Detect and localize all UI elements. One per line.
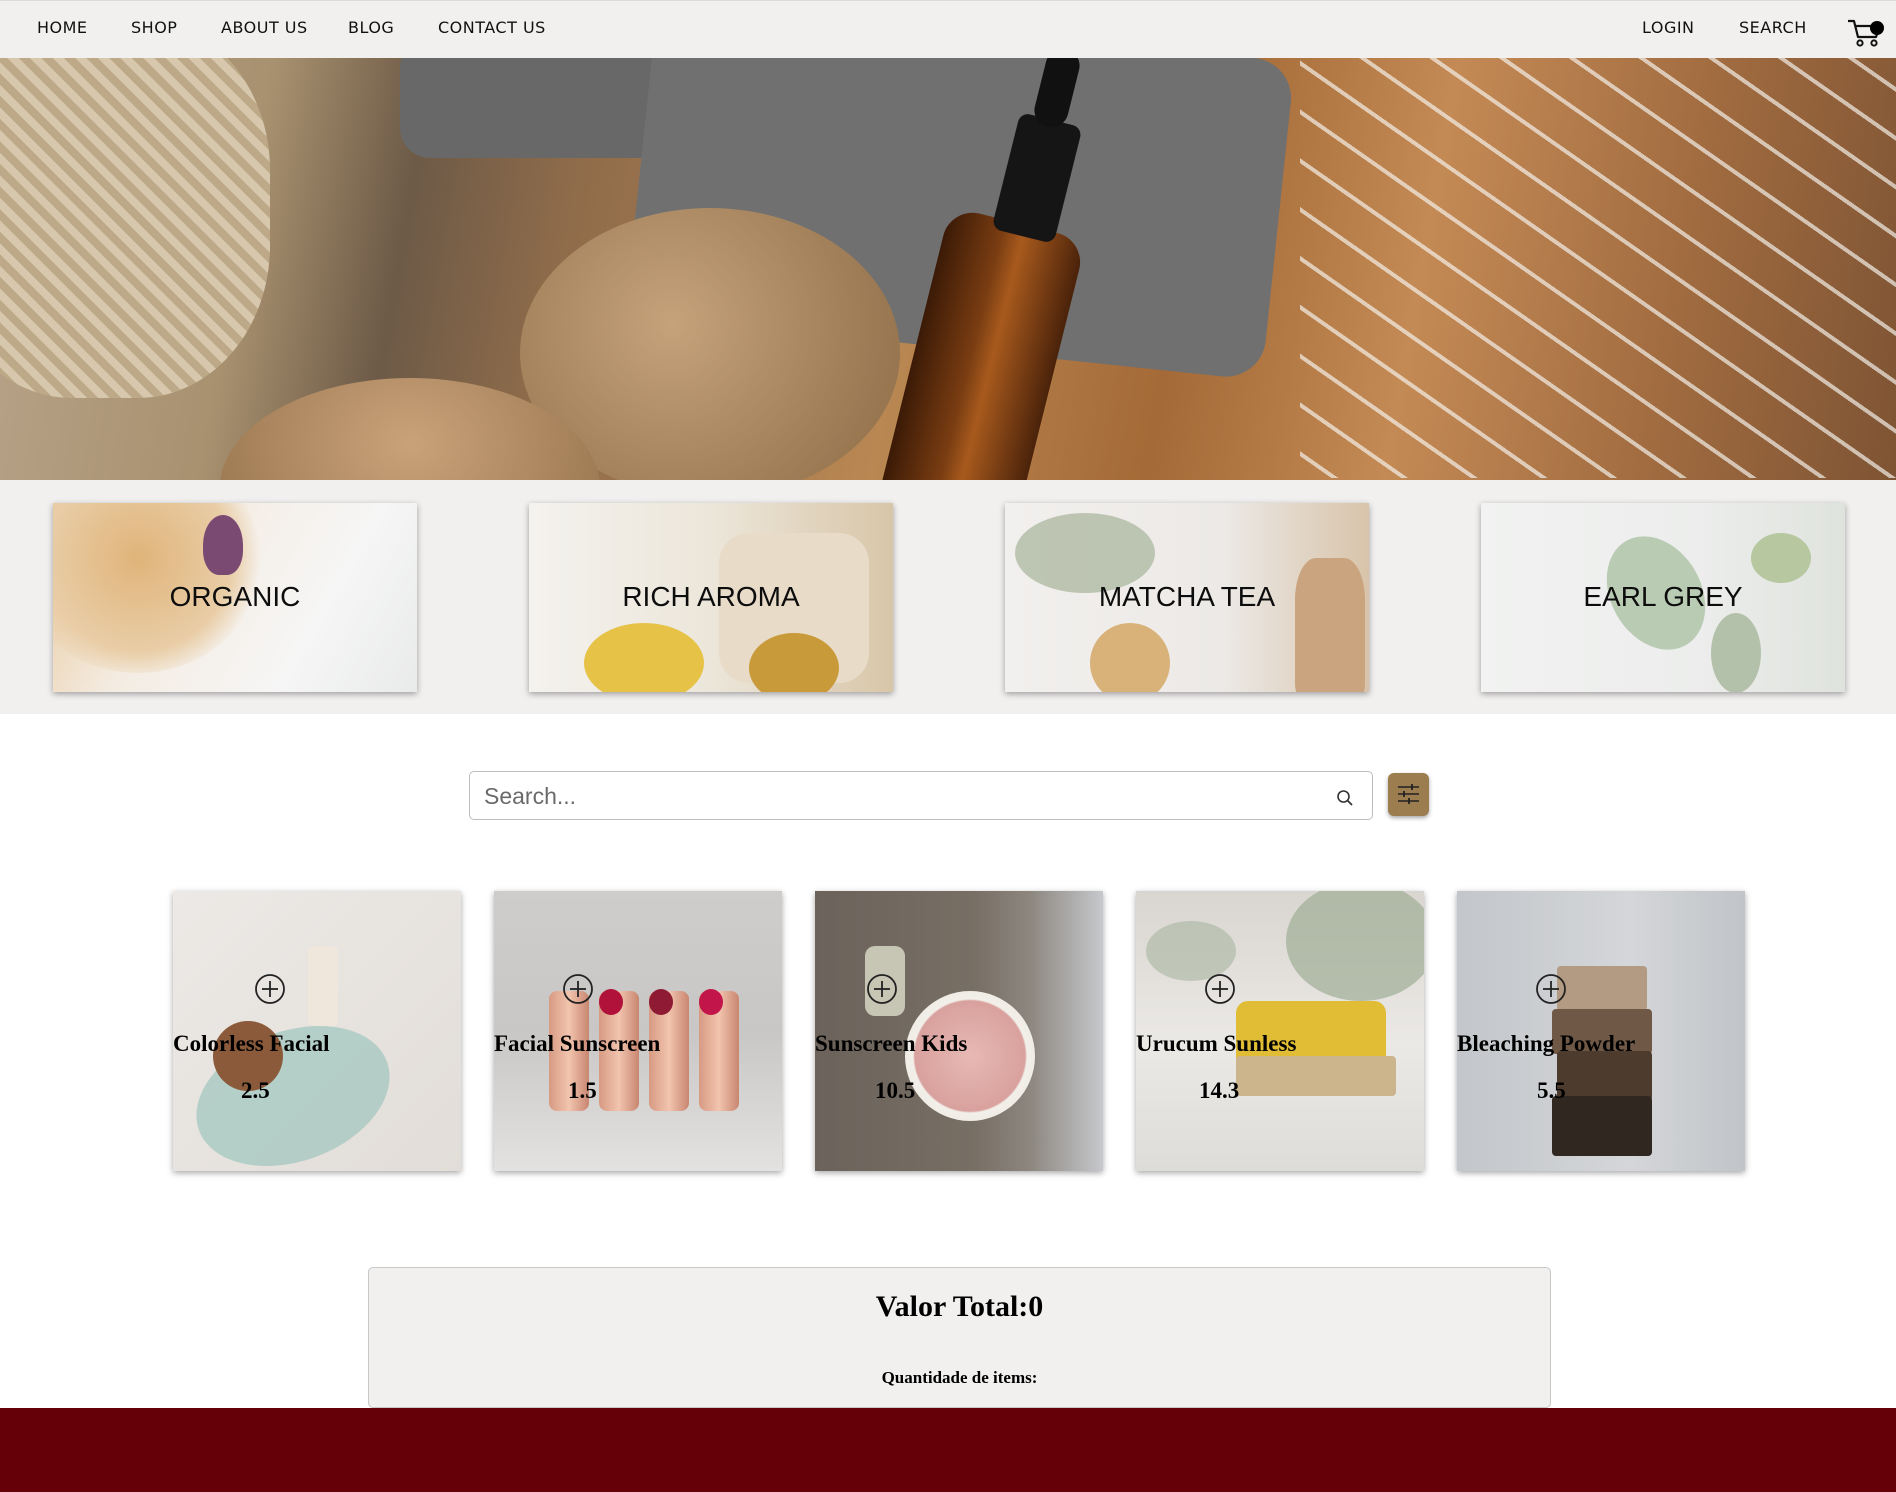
filter-button[interactable] (1388, 773, 1429, 816)
product-price: 14.3 (1199, 1078, 1240, 1103)
item-quantity: Quantidade de items: (881, 1368, 1038, 1387)
product-card-sunscreen-kids[interactable]: Sunscreen Kids 10.5 (815, 891, 1103, 1171)
category-label: EARL GREY (1583, 581, 1743, 612)
product-name: Urucum Sunless (1136, 1031, 1297, 1056)
add-to-cart-icon[interactable] (1535, 973, 1567, 1005)
category-strip: ORGANIC RICH AROMA MATCHA TEA EARL GREY (0, 480, 1896, 714)
nav-contact-link[interactable]: CONTACT US (438, 18, 546, 37)
product-price: 10.5 (875, 1078, 916, 1103)
cart-icon[interactable] (1846, 17, 1886, 49)
hero-banner-image (0, 58, 1896, 480)
nav-login-link[interactable]: LOGIN (1642, 18, 1695, 37)
add-to-cart-icon[interactable] (1204, 973, 1236, 1005)
total-value: Valor Total:0 (875, 1290, 1044, 1323)
nav-home-link[interactable]: HOME (37, 18, 88, 37)
product-card-facial-sunscreen[interactable]: Facial Sunscreen 1.5 (494, 891, 782, 1171)
cart-summary-panel: Valor Total:0 Quantidade de items: (368, 1267, 1551, 1408)
product-name: Facial Sunscreen (494, 1031, 661, 1056)
product-price: 1.5 (568, 1078, 597, 1103)
product-card-urucum-sunless[interactable]: Urucum Sunless 14.3 (1136, 891, 1424, 1171)
category-label: ORGANIC (169, 581, 301, 612)
product-name: Bleaching Powder (1457, 1031, 1636, 1056)
category-card-rich-aroma[interactable]: RICH AROMA (529, 503, 893, 692)
product-name: Sunscreen Kids (815, 1031, 968, 1056)
top-navigation: HOME SHOP ABOUT US BLOG CONTACT US LOGIN… (0, 0, 1896, 58)
nav-search-link[interactable]: SEARCH (1739, 18, 1807, 37)
product-search-box (469, 771, 1373, 820)
add-to-cart-icon[interactable] (562, 973, 594, 1005)
nav-blog-link[interactable]: BLOG (348, 18, 394, 37)
product-card-colorless-facial[interactable]: Colorless Facial 2.5 (173, 891, 461, 1171)
product-name: Colorless Facial (173, 1031, 330, 1056)
search-input[interactable] (484, 780, 1304, 812)
category-card-earl-grey[interactable]: EARL GREY (1481, 503, 1845, 692)
footer-bar (0, 1408, 1896, 1492)
add-to-cart-icon[interactable] (866, 973, 898, 1005)
product-card-bleaching-powder[interactable]: Bleaching Powder 5.5 (1457, 891, 1745, 1171)
category-card-matcha-tea[interactable]: MATCHA TEA (1005, 503, 1369, 692)
category-label: MATCHA TEA (1098, 581, 1276, 612)
product-price: 2.5 (241, 1078, 270, 1103)
product-price: 5.5 (1537, 1078, 1566, 1103)
add-to-cart-icon[interactable] (254, 973, 286, 1005)
nav-shop-link[interactable]: SHOP (131, 18, 177, 37)
nav-about-link[interactable]: ABOUT US (221, 18, 308, 37)
category-card-organic[interactable]: ORGANIC (53, 503, 417, 692)
category-label: RICH AROMA (622, 581, 800, 612)
sliders-icon (1398, 784, 1419, 804)
search-icon[interactable] (1336, 789, 1354, 807)
